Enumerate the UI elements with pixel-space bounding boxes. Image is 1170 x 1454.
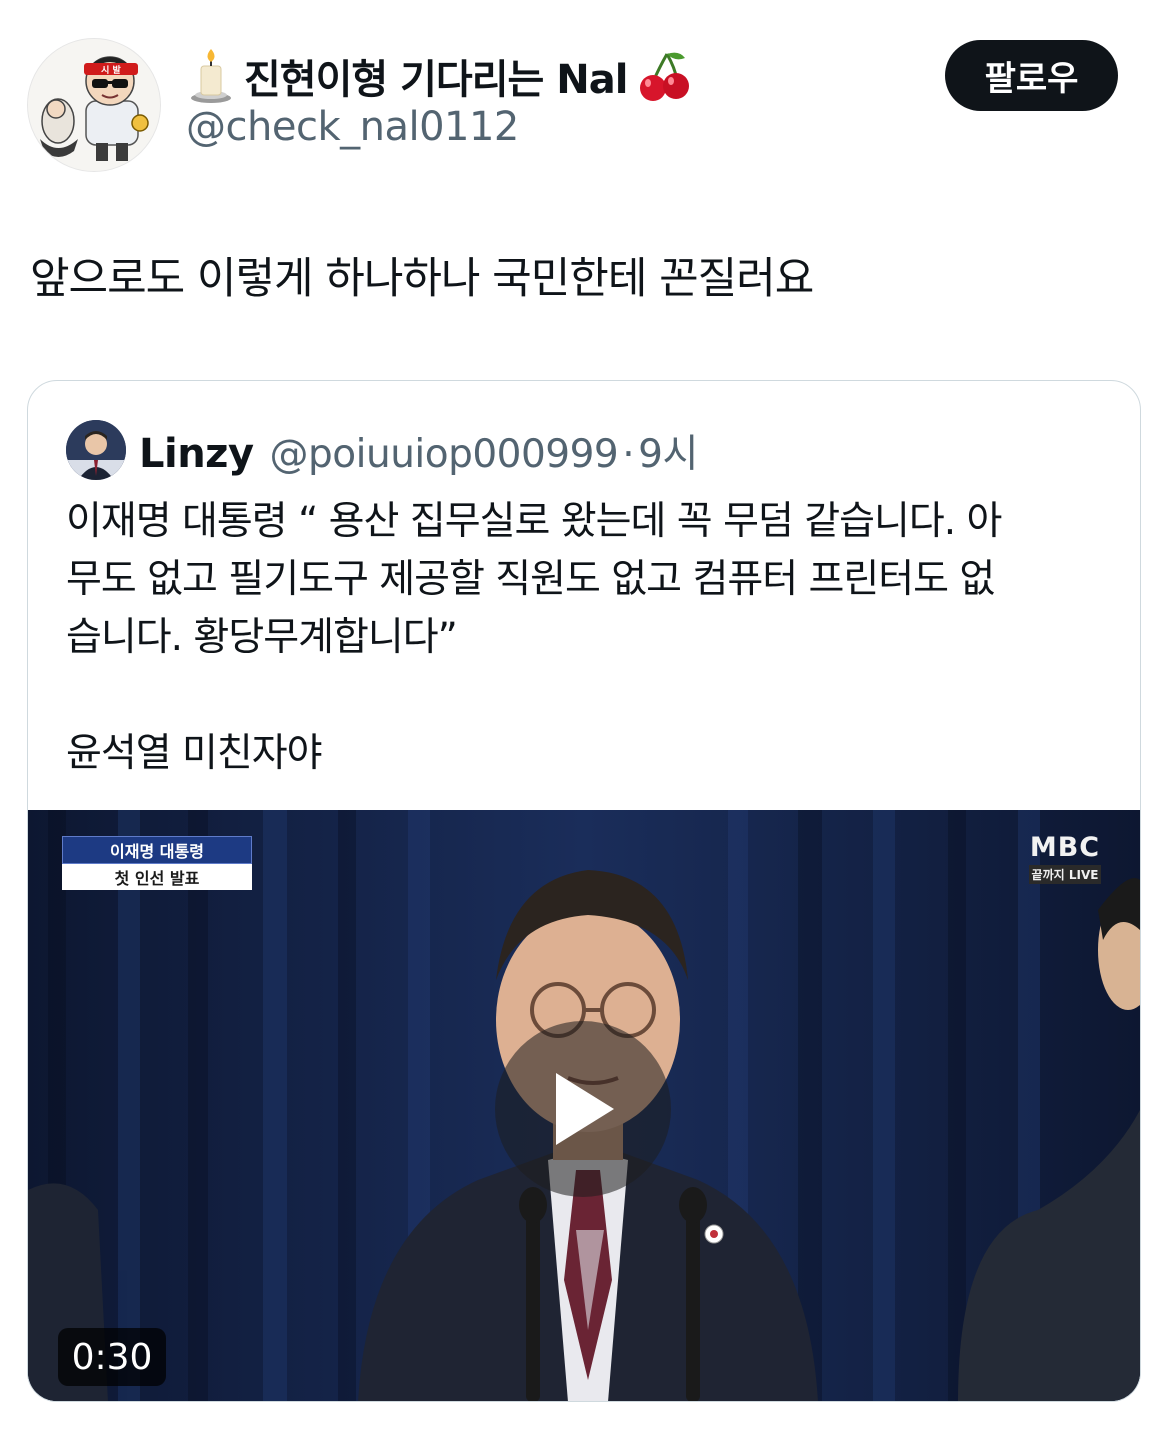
news-caption-title: 이재명 대통령	[62, 836, 252, 864]
video-duration: 0:30	[58, 1328, 166, 1386]
quoted-author-avatar[interactable]	[66, 420, 126, 480]
cherry-icon	[637, 48, 693, 104]
candle-icon	[188, 48, 234, 104]
author-display-name-row[interactable]: 진현이형 기다리는 Nal	[188, 46, 693, 106]
author-handle[interactable]: @check_nal0112	[186, 104, 519, 150]
quoted-tweet-header: Linzy @poiuuiop000999 · 9시	[139, 423, 698, 479]
quoted-display-name[interactable]: Linzy	[139, 431, 254, 477]
follow-button[interactable]: 팔로우	[945, 40, 1118, 111]
quoted-tweet-card[interactable]: Linzy @poiuuiop000999 · 9시 이재명 대통령 “ 용산 …	[27, 380, 1141, 1402]
quoted-text-blank-line	[66, 667, 1106, 725]
quoted-text-line: 윤석열 미친자야	[66, 731, 323, 776]
tweet-text: 앞으로도 이렇게 하나하나 국민한테 꼰질러요	[30, 254, 814, 304]
quoted-handle[interactable]: @poiuuiop000999	[270, 432, 619, 477]
quoted-tweet-text: 이재명 대통령 “ 용산 집무실로 왔는데 꼭 무덤 같습니다. 아 무도 없고…	[66, 493, 1106, 783]
broadcaster-name: MBC	[1029, 832, 1101, 863]
play-icon	[556, 1073, 614, 1145]
avatar-headband-text: 시 발	[101, 64, 121, 76]
broadcaster-tagline: 끝까지 LIVE	[1028, 865, 1102, 884]
play-button[interactable]	[495, 1021, 671, 1197]
quoted-timestamp[interactable]: 9시	[638, 423, 698, 479]
quoted-text-line: 무도 없고 필기도구 제공할 직원도 없고 컴퓨터 프린터도 없	[66, 557, 995, 602]
news-caption-subtitle: 첫 인선 발표	[62, 864, 252, 890]
broadcaster-logo: MBC 끝까지 LIVE	[1022, 832, 1108, 884]
quoted-text-line: 습니다. 황당무계합니다”	[66, 615, 458, 660]
header-separator: ·	[622, 432, 635, 477]
author-avatar[interactable]: 시 발	[27, 38, 161, 172]
video-player[interactable]: 이재명 대통령 첫 인선 발표 MBC 끝까지 LIVE 0:30	[28, 810, 1140, 1401]
quoted-text-line: 이재명 대통령 “ 용산 집무실로 왔는데 꼭 무덤 같습니다. 아	[66, 499, 1002, 544]
news-caption: 이재명 대통령 첫 인선 발표	[62, 836, 252, 890]
author-display-name: 진현이형 기다리는 Nal	[244, 57, 628, 103]
